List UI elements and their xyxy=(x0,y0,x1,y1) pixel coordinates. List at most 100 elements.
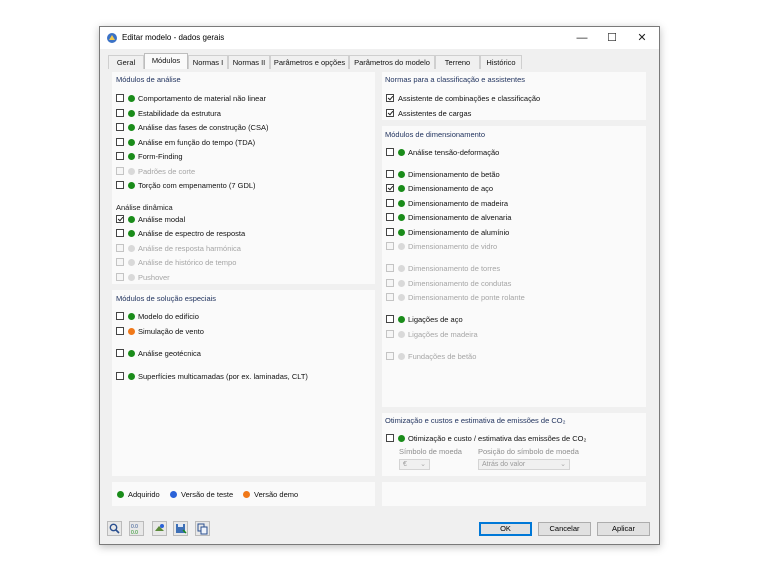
module-checkbox[interactable] xyxy=(116,229,124,237)
apply-button[interactable]: Aplicar xyxy=(597,522,650,536)
module-checkbox[interactable] xyxy=(386,315,394,323)
status-unavailable-dot xyxy=(398,331,405,338)
app-icon xyxy=(107,33,117,43)
status-unavailable-dot xyxy=(128,259,135,266)
optimization-checkbox[interactable] xyxy=(386,434,394,442)
currency-symbol-value: € xyxy=(403,461,407,468)
tab-modulos[interactable]: Módulos xyxy=(144,53,188,69)
title-bar[interactable]: Editar modelo - dados gerais — ☐ ✕ xyxy=(100,27,659,49)
module-checkbox[interactable] xyxy=(386,148,394,156)
status-acquired-dot xyxy=(128,230,135,237)
ok-button[interactable]: OK xyxy=(479,522,532,536)
status-test-dot xyxy=(170,491,177,498)
module-label: Torção com empenamento (7 GDL) xyxy=(138,181,256,190)
special-modules-panel: Módulos de solução especiais Modelo do e… xyxy=(112,290,375,476)
units-icon[interactable]: 0.0 0.0 xyxy=(129,521,144,536)
module-checkbox xyxy=(116,258,124,266)
module-checkbox[interactable] xyxy=(116,215,124,223)
tab-normas-2[interactable]: Normas II xyxy=(228,55,270,69)
module-label: Análise de resposta harmónica xyxy=(138,244,241,253)
copy-icon[interactable] xyxy=(195,521,210,536)
maximize-icon[interactable]: ☐ xyxy=(597,27,627,49)
analysis-modules-panel: Módulos de análise Comportamento de mate… xyxy=(112,72,375,284)
tab-parametros-modelo[interactable]: Parâmetros do modelo xyxy=(349,55,435,69)
module-checkbox[interactable] xyxy=(116,94,124,102)
module-checkbox[interactable] xyxy=(386,199,394,207)
module-label: Dimensionamento de betão xyxy=(408,170,500,179)
legend-panel-right xyxy=(382,482,646,506)
module-label: Estabilidade da estrutura xyxy=(138,109,221,118)
design-modules-panel: Módulos de dimensionamento Análise tensã… xyxy=(382,126,646,407)
module-label: Assistente de combinações e classificaçã… xyxy=(398,94,541,103)
module-checkbox xyxy=(116,167,124,175)
module-checkbox[interactable] xyxy=(386,170,394,178)
cancel-button[interactable]: Cancelar xyxy=(538,522,591,536)
module-checkbox[interactable] xyxy=(116,138,124,146)
status-demo-dot xyxy=(128,328,135,335)
module-checkbox[interactable] xyxy=(116,123,124,131)
module-checkbox[interactable] xyxy=(116,152,124,160)
status-acquired-dot xyxy=(128,216,135,223)
module-checkbox[interactable] xyxy=(116,181,124,189)
module-checkbox xyxy=(386,352,394,360)
tab-parametros-opcoes[interactable]: Parâmetros e opções xyxy=(270,55,349,69)
module-label: Dimensionamento de ponte rolante xyxy=(408,293,525,302)
special-modules-title: Módulos de solução especiais xyxy=(116,294,217,303)
module-label: Comportamento de material não linear xyxy=(138,94,266,103)
minimize-icon[interactable]: — xyxy=(567,27,597,49)
module-checkbox[interactable] xyxy=(386,109,394,117)
module-label: Superfícies multicamadas (por ex. lamina… xyxy=(138,372,308,381)
status-acquired-dot xyxy=(128,350,135,357)
module-checkbox[interactable] xyxy=(386,228,394,236)
module-label: Dimensionamento de alumínio xyxy=(408,228,510,237)
module-checkbox[interactable] xyxy=(116,312,124,320)
tab-normas-1[interactable]: Normas I xyxy=(188,55,228,69)
optimization-panel: Otimização e custos e estimativa de emis… xyxy=(382,413,646,476)
module-label: Dimensionamento de condutas xyxy=(408,279,512,288)
module-label: Fundações de betão xyxy=(408,352,477,361)
norms-panel: Normas para a classificação e assistente… xyxy=(382,72,646,120)
module-label: Análise geotécnica xyxy=(138,349,201,358)
currency-position-value: Atrás do valor xyxy=(482,461,526,468)
status-acquired-dot xyxy=(398,200,405,207)
currency-position-select[interactable]: Atrás do valor ⌄ xyxy=(478,459,570,470)
save-icon[interactable] xyxy=(173,521,188,536)
module-checkbox[interactable] xyxy=(386,213,394,221)
module-checkbox[interactable] xyxy=(386,94,394,102)
module-checkbox[interactable] xyxy=(116,327,124,335)
module-checkbox[interactable] xyxy=(116,372,124,380)
module-checkbox[interactable] xyxy=(116,109,124,117)
status-acquired-dot xyxy=(128,153,135,160)
currency-symbol-select[interactable]: € ⌄ xyxy=(399,459,430,470)
tab-geral[interactable]: Geral xyxy=(108,55,144,69)
status-acquired-dot xyxy=(398,214,405,221)
bottom-toolbar: 0.0 0.0 xyxy=(107,521,227,536)
dynamic-analysis-title: Análise dinâmica xyxy=(116,203,173,212)
module-label: Análise das fases de construção (CSA) xyxy=(138,123,269,132)
module-checkbox[interactable] xyxy=(116,349,124,357)
norms-title: Normas para a classificação e assistente… xyxy=(385,75,526,84)
module-checkbox xyxy=(386,264,394,272)
search-icon[interactable] xyxy=(107,521,122,536)
module-label: Form-Finding xyxy=(138,152,183,161)
module-label: Dimensionamento de madeira xyxy=(408,199,509,208)
status-unavailable-dot xyxy=(398,280,405,287)
tab-terreno[interactable]: Terreno xyxy=(435,55,480,69)
module-checkbox xyxy=(386,293,394,301)
window-title: Editar modelo - dados gerais xyxy=(122,33,225,42)
status-acquired-dot xyxy=(398,149,405,156)
legend-demo-label: Versão demo xyxy=(254,490,299,499)
design-modules-title: Módulos de dimensionamento xyxy=(385,130,486,139)
status-acquired-dot xyxy=(398,171,405,178)
tab-historico[interactable]: Histórico xyxy=(480,55,522,69)
module-label: Dimensionamento de alvenaria xyxy=(408,213,512,222)
module-label: Análise modal xyxy=(138,215,186,224)
legend-test-label: Versão de teste xyxy=(181,490,234,499)
model-info-icon[interactable] xyxy=(152,521,167,536)
module-checkbox[interactable] xyxy=(386,184,394,192)
module-checkbox xyxy=(386,242,394,250)
close-icon[interactable]: ✕ xyxy=(627,27,657,49)
module-checkbox xyxy=(386,330,394,338)
status-acquired-dot xyxy=(128,182,135,189)
status-acquired-dot xyxy=(117,491,124,498)
